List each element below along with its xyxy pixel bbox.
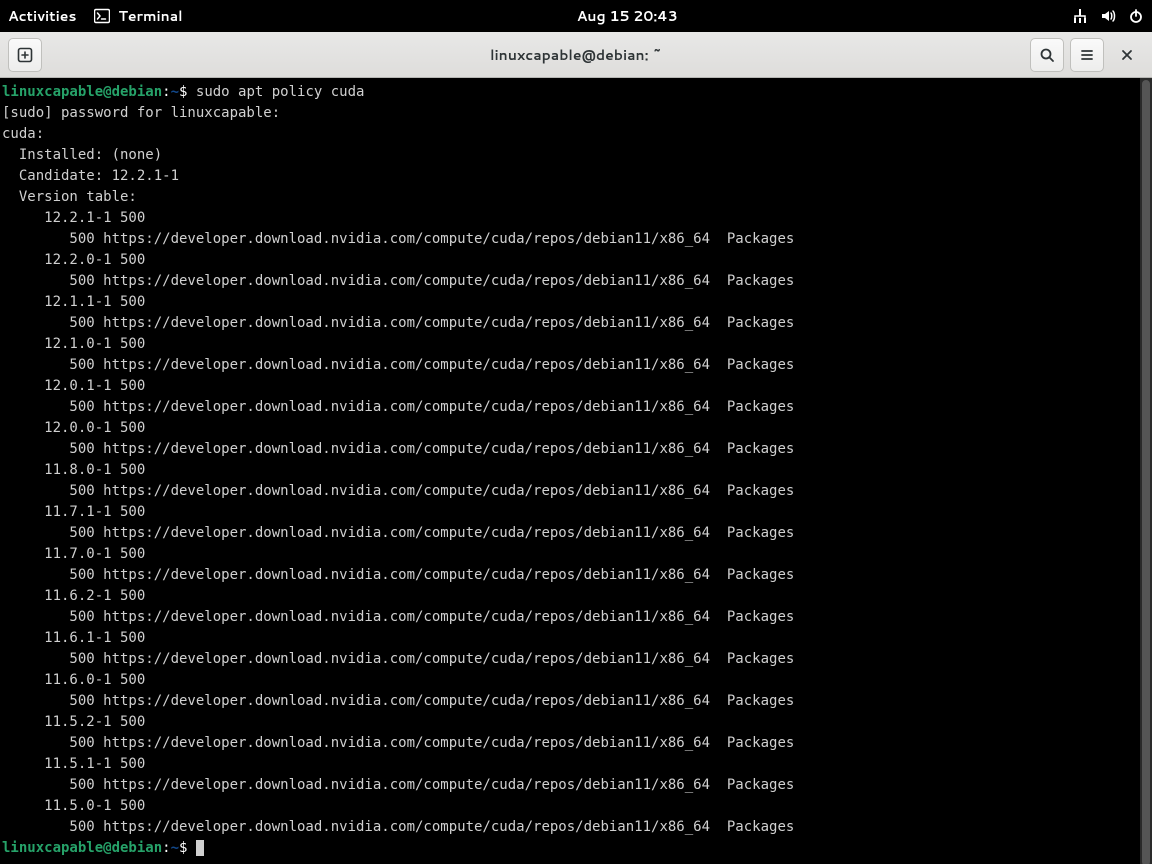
window-title: linuxcapable@debian: ~ (0, 45, 1152, 65)
output-line: 500 https://developer.download.nvidia.co… (2, 565, 1150, 586)
output-line: 11.7.0-1 500 (2, 544, 1150, 565)
window-headerbar: linuxcapable@debian: ~ (0, 32, 1152, 78)
output-line: 500 https://developer.download.nvidia.co… (2, 607, 1150, 628)
output-line: 500 https://developer.download.nvidia.co… (2, 439, 1150, 460)
output-line: 500 https://developer.download.nvidia.co… (2, 523, 1150, 544)
output-line: 12.2.1-1 500 (2, 208, 1150, 229)
search-button[interactable] (1030, 38, 1064, 72)
system-status-area[interactable] (1072, 8, 1144, 24)
output-line: 500 https://developer.download.nvidia.co… (2, 397, 1150, 418)
output-line: 11.6.1-1 500 (2, 628, 1150, 649)
output-line: 11.5.2-1 500 (2, 712, 1150, 733)
active-app-indicator[interactable]: Terminal (94, 6, 182, 26)
output-line: Candidate: 12.2.1-1 (2, 166, 1150, 187)
panel-clock[interactable]: Aug 15 20:43 (183, 6, 1072, 26)
output-line: Installed: (none) (2, 145, 1150, 166)
hamburger-menu-button[interactable] (1070, 38, 1104, 72)
network-icon (1072, 8, 1088, 24)
power-icon (1128, 8, 1144, 24)
volume-icon (1100, 8, 1116, 24)
cursor (196, 840, 204, 856)
output-line: 12.0.1-1 500 (2, 376, 1150, 397)
output-line: 500 https://developer.download.nvidia.co… (2, 229, 1150, 250)
close-window-button[interactable] (1110, 38, 1144, 72)
scrollbar-thumb[interactable] (1142, 80, 1150, 864)
output-line: 11.7.1-1 500 (2, 502, 1150, 523)
activities-button[interactable]: Activities (8, 6, 76, 26)
output-line: 11.6.0-1 500 (2, 670, 1150, 691)
output-line: cuda: (2, 124, 1150, 145)
gnome-top-panel: Activities Terminal Aug 15 20:43 (0, 0, 1152, 32)
output-line: 12.1.0-1 500 (2, 334, 1150, 355)
output-line: 500 https://developer.download.nvidia.co… (2, 691, 1150, 712)
new-tab-button[interactable] (8, 38, 42, 72)
output-line: 500 https://developer.download.nvidia.co… (2, 313, 1150, 334)
output-line: 11.5.1-1 500 (2, 754, 1150, 775)
output-line: 500 https://developer.download.nvidia.co… (2, 649, 1150, 670)
output-line: 11.6.2-1 500 (2, 586, 1150, 607)
output-line: 12.0.0-1 500 (2, 418, 1150, 439)
output-line: 12.1.1-1 500 (2, 292, 1150, 313)
output-line: 500 https://developer.download.nvidia.co… (2, 271, 1150, 292)
output-line: 11.8.0-1 500 (2, 460, 1150, 481)
output-line: 500 https://developer.download.nvidia.co… (2, 733, 1150, 754)
output-line: 11.5.0-1 500 (2, 796, 1150, 817)
output-line: [sudo] password for linuxcapable: (2, 103, 1150, 124)
output-line: 12.2.0-1 500 (2, 250, 1150, 271)
output-line: 500 https://developer.download.nvidia.co… (2, 355, 1150, 376)
active-app-name: Terminal (118, 6, 182, 26)
terminal-viewport[interactable]: linuxcapable@debian:~$ sudo apt policy c… (0, 78, 1152, 864)
output-line: 500 https://developer.download.nvidia.co… (2, 481, 1150, 502)
prompt-line: linuxcapable@debian:~$ (2, 838, 1150, 859)
terminal-icon (94, 8, 110, 24)
output-line: Version table: (2, 187, 1150, 208)
prompt-line: linuxcapable@debian:~$ sudo apt policy c… (2, 82, 1150, 103)
terminal-scrollbar[interactable] (1140, 78, 1152, 864)
output-line: 500 https://developer.download.nvidia.co… (2, 775, 1150, 796)
output-line: 500 https://developer.download.nvidia.co… (2, 817, 1150, 838)
